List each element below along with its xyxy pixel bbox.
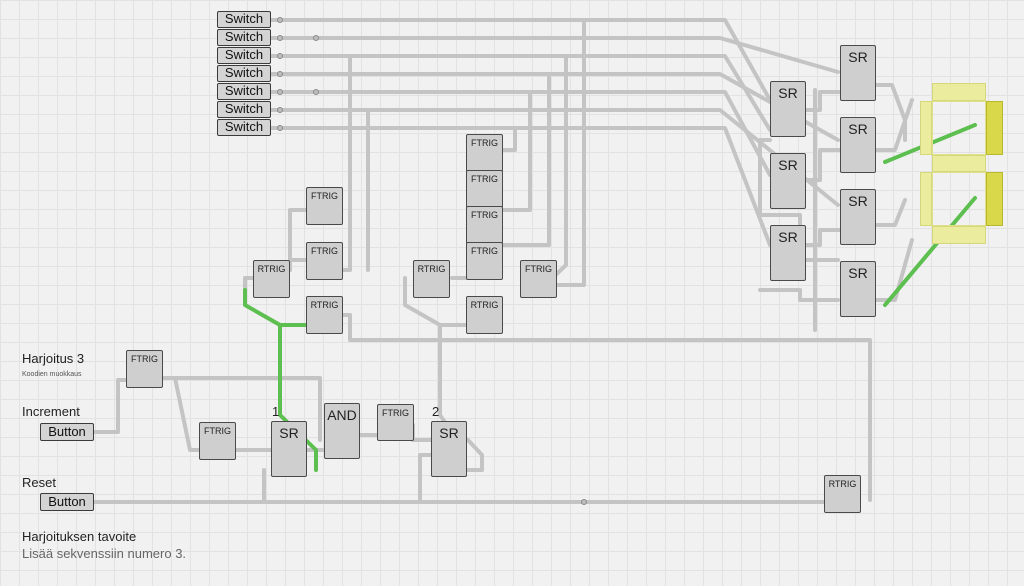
sr-latch-1[interactable]: SR bbox=[271, 421, 307, 477]
rtrig-gate[interactable]: RTRIG bbox=[413, 260, 450, 298]
sr-latch-2[interactable]: SR bbox=[431, 421, 467, 477]
and-gate[interactable]: AND bbox=[324, 403, 360, 459]
ftrig-gate[interactable]: FTRIG bbox=[466, 206, 503, 244]
ftrig-gate[interactable]: FTRIG bbox=[199, 422, 236, 460]
increment-button[interactable]: Button bbox=[40, 423, 94, 441]
ftrig-gate[interactable]: FTRIG bbox=[126, 350, 163, 388]
switch-2[interactable]: Switch bbox=[217, 29, 271, 46]
ftrig-gate[interactable]: FTRIG bbox=[466, 242, 503, 280]
ftrig-gate[interactable]: FTRIG bbox=[306, 242, 343, 280]
switch-6[interactable]: Switch bbox=[217, 101, 271, 118]
sr-latch[interactable]: SR bbox=[840, 189, 876, 245]
sr-latch[interactable]: SR bbox=[840, 117, 876, 173]
reset-button[interactable]: Button bbox=[40, 493, 94, 511]
rtrig-gate[interactable]: RTRIG bbox=[253, 260, 290, 298]
increment-label: Increment bbox=[22, 404, 80, 419]
sr-latch[interactable]: SR bbox=[770, 81, 806, 137]
rtrig-gate[interactable]: RTRIG bbox=[466, 296, 503, 334]
ftrig-gate[interactable]: FTRIG bbox=[377, 404, 414, 441]
sr-latch[interactable]: SR bbox=[770, 153, 806, 209]
sr2-number: 2 bbox=[432, 404, 440, 419]
rtrig-gate[interactable]: RTRIG bbox=[824, 475, 861, 513]
goal-text: Lisää sekvenssiin numero 3. bbox=[22, 546, 187, 561]
sr-latch[interactable]: SR bbox=[770, 225, 806, 281]
switch-1[interactable]: Switch bbox=[217, 11, 271, 28]
rtrig-gate[interactable]: RTRIG bbox=[306, 296, 343, 334]
ftrig-gate[interactable]: FTRIG bbox=[306, 187, 343, 225]
switch-3[interactable]: Switch bbox=[217, 47, 271, 64]
switch-5[interactable]: Switch bbox=[217, 83, 271, 100]
ftrig-gate[interactable]: FTRIG bbox=[466, 170, 503, 208]
exercise-title: Harjoitus 3 bbox=[22, 351, 85, 366]
ftrig-gate[interactable]: FTRIG bbox=[520, 260, 557, 298]
sr-latch[interactable]: SR bbox=[840, 45, 876, 101]
ftrig-gate[interactable]: FTRIG bbox=[466, 134, 503, 172]
sr1-number: 1 bbox=[272, 404, 280, 419]
exercise-subtitle: Koodien muokkaus bbox=[22, 371, 82, 378]
switch-4[interactable]: Switch bbox=[217, 65, 271, 82]
sr-latch[interactable]: SR bbox=[840, 261, 876, 317]
switch-7[interactable]: Switch bbox=[217, 119, 271, 136]
reset-label: Reset bbox=[22, 475, 56, 490]
goal-title: Harjoituksen tavoite bbox=[22, 529, 137, 544]
